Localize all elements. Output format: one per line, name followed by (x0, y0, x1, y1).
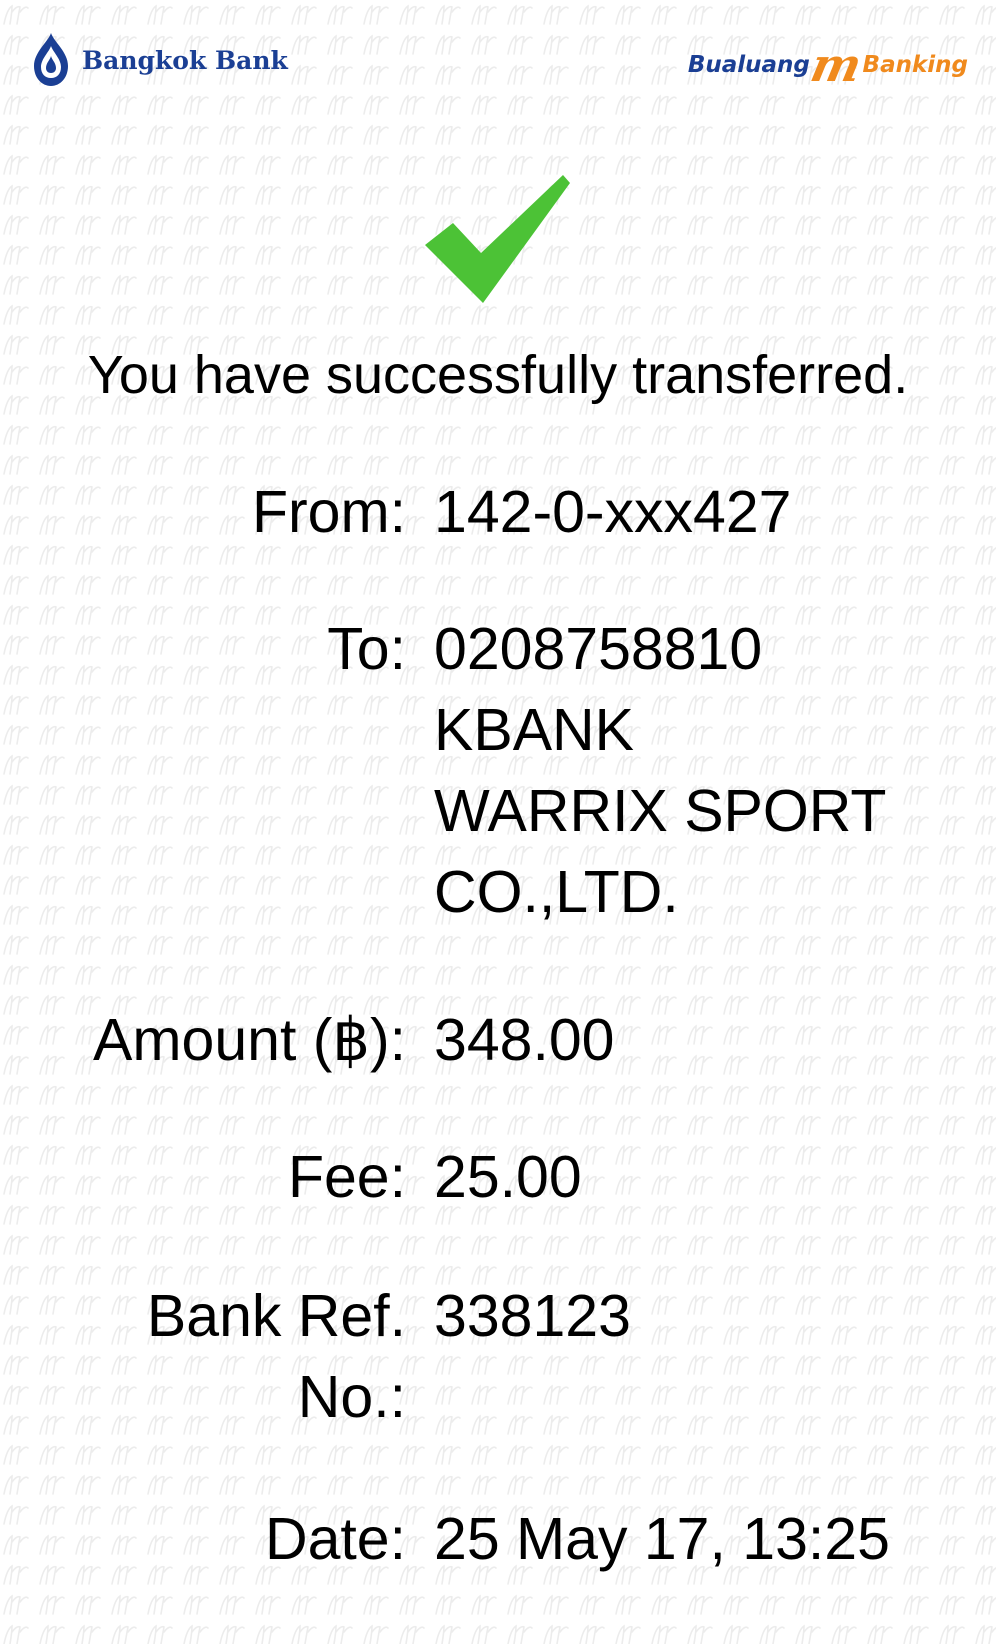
from-label: From: (251, 479, 406, 545)
to-account: 0208758810 (434, 616, 763, 682)
header: Bangkok Bank Bualuang m Banking (0, 0, 996, 110)
from-value: 142-0-xxx427 (434, 479, 792, 545)
fee-label: Fee: (287, 1144, 406, 1210)
date-label: Date: (264, 1506, 406, 1572)
bank-ref-label-line2: No.: (297, 1364, 406, 1430)
amount-value: 348.00 (434, 1007, 615, 1073)
bank-name: Bangkok Bank (82, 45, 288, 75)
to-value: 0208758810 KBANK WARRIX SPORT CO.,LTD. (434, 609, 974, 933)
to-name-line2: CO.,LTD. (434, 859, 679, 925)
fee-value: 25.00 (434, 1144, 582, 1210)
checkmark-icon (425, 175, 570, 303)
to-name-line1: WARRIX SPORT (434, 778, 887, 844)
date-value: 25 May 17, 13:25 (434, 1506, 890, 1572)
bank-ref-value: 338123 (434, 1283, 631, 1349)
bank-ref-label-line1: Bank Ref. (146, 1283, 406, 1349)
to-label: To: (327, 616, 406, 682)
bank-ref-label: Bank Ref. No.: (0, 1276, 406, 1438)
to-bank: KBANK (434, 697, 635, 763)
amount-label: Amount (฿): (93, 1007, 406, 1073)
success-title: You have successfully transferred. (87, 345, 909, 405)
lotus-icon (34, 33, 68, 86)
bangkok-bank-logo: Bangkok Bank (28, 30, 288, 90)
app-name-right: Banking (862, 52, 968, 78)
app-name-m: m (806, 38, 867, 92)
bualuang-mbanking-logo: Bualuang m Banking (687, 38, 968, 92)
app-name-left: Bualuang (687, 52, 810, 78)
